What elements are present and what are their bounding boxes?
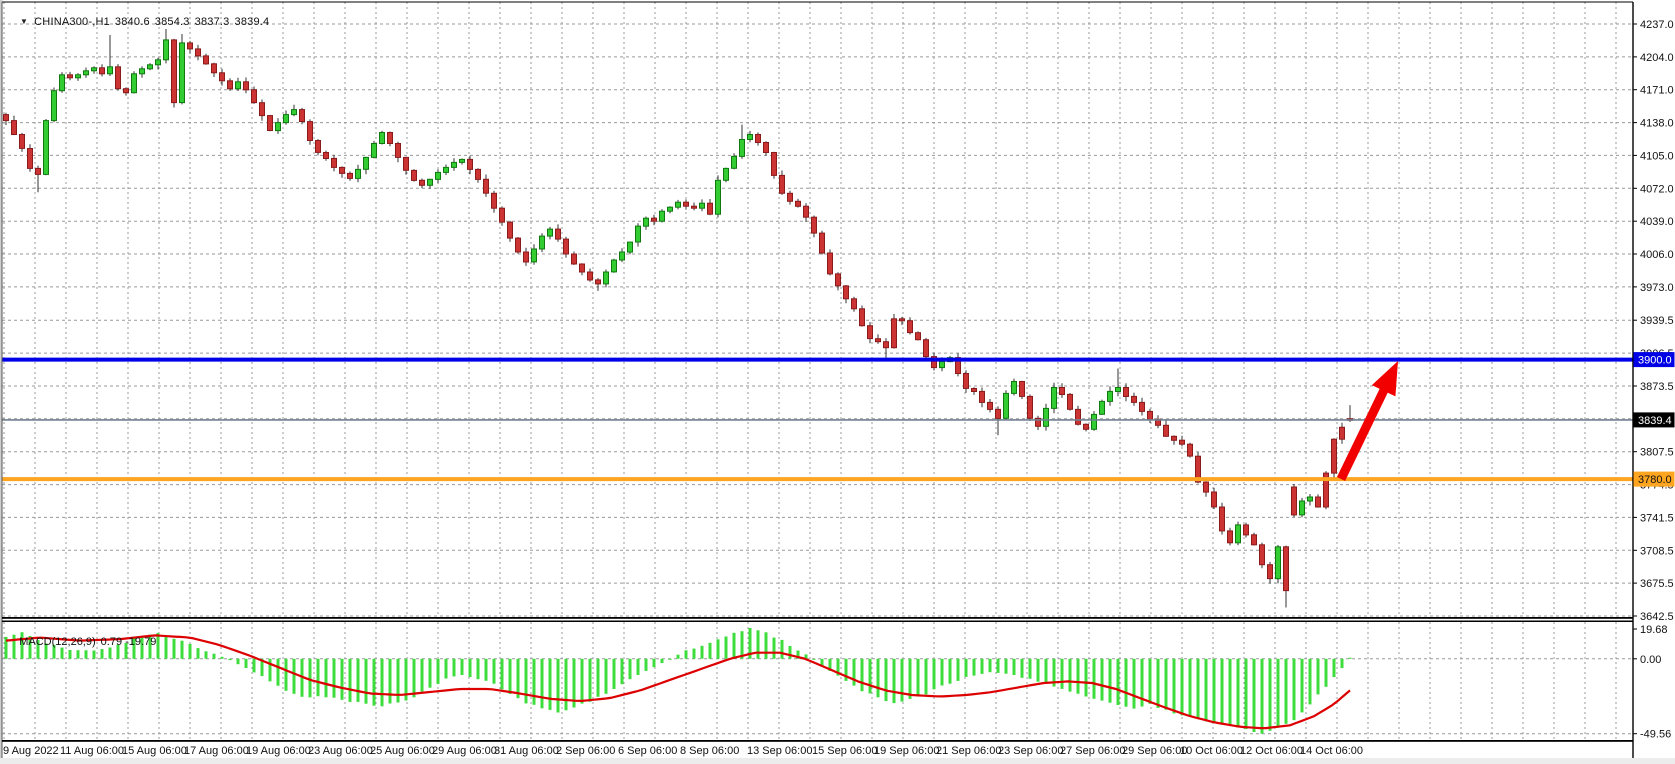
svg-text:3741.5: 3741.5 bbox=[1640, 512, 1674, 524]
svg-text:11 Aug 06:00: 11 Aug 06:00 bbox=[60, 745, 124, 757]
svg-text:4006.0: 4006.0 bbox=[1640, 249, 1674, 261]
svg-text:4237.0: 4237.0 bbox=[1640, 19, 1674, 31]
svg-text:3642.5: 3642.5 bbox=[1640, 611, 1674, 623]
svg-text:19 Sep 06:00: 19 Sep 06:00 bbox=[874, 745, 939, 757]
symbol-period-label: CHINA300-,H1 bbox=[34, 16, 110, 28]
ohlc-high: 3854.3 bbox=[155, 16, 190, 28]
ohlc-close: 3839.4 bbox=[235, 16, 270, 28]
svg-text:4171.0: 4171.0 bbox=[1640, 85, 1674, 97]
svg-text:19.68: 19.68 bbox=[1640, 624, 1668, 636]
svg-text:4072.0: 4072.0 bbox=[1640, 183, 1674, 195]
svg-text:27 Sep 06:00: 27 Sep 06:00 bbox=[1060, 745, 1125, 757]
time-axis: 9 Aug 202211 Aug 06:0015 Aug 06:0017 Aug… bbox=[3, 745, 1363, 757]
svg-text:0.00: 0.00 bbox=[1640, 654, 1661, 666]
svg-text:3675.5: 3675.5 bbox=[1640, 578, 1674, 590]
svg-text:4039.0: 4039.0 bbox=[1640, 216, 1674, 228]
svg-text:25 Aug 06:00: 25 Aug 06:00 bbox=[370, 745, 435, 757]
svg-text:6 Sep 06:00: 6 Sep 06:00 bbox=[618, 745, 677, 757]
chart-header: ▼ CHINA300-,H1 3840.6 3854.3 3837.3 3839.4 bbox=[7, 4, 274, 40]
svg-text:2 Sep 06:00: 2 Sep 06:00 bbox=[556, 745, 615, 757]
svg-text:3839.4: 3839.4 bbox=[1638, 415, 1672, 427]
svg-text:10 Oct 06:00: 10 Oct 06:00 bbox=[1180, 745, 1243, 757]
chart-dropdown-icon[interactable]: ▼ bbox=[20, 17, 28, 26]
ohlc-open: 3840.6 bbox=[115, 16, 150, 28]
svg-text:3708.5: 3708.5 bbox=[1640, 545, 1674, 557]
svg-text:3900.0: 3900.0 bbox=[1638, 355, 1672, 367]
svg-text:17 Aug 06:00: 17 Aug 06:00 bbox=[184, 745, 249, 757]
svg-text:15 Aug 06:00: 15 Aug 06:00 bbox=[122, 745, 187, 757]
mt4-chart-window: 4237.0 4204.0 4171.0 4138.0 4105.0 4072.0 4039… bbox=[0, 0, 1675, 764]
ohlc-low: 3837.3 bbox=[195, 16, 230, 28]
svg-text:3873.5: 3873.5 bbox=[1640, 381, 1674, 393]
svg-text:3939.5: 3939.5 bbox=[1640, 315, 1674, 327]
svg-text:4204.0: 4204.0 bbox=[1640, 52, 1674, 64]
svg-text:3807.5: 3807.5 bbox=[1640, 447, 1674, 459]
svg-text:29 Sep 06:00: 29 Sep 06:00 bbox=[1122, 745, 1187, 757]
svg-text:4105.0: 4105.0 bbox=[1640, 150, 1674, 162]
svg-text:31 Aug 06:00: 31 Aug 06:00 bbox=[494, 745, 559, 757]
svg-text:3780.0: 3780.0 bbox=[1638, 474, 1672, 486]
macd-name: MACD(12,26,9) bbox=[19, 636, 95, 648]
svg-text:-49.56: -49.56 bbox=[1640, 729, 1671, 741]
svg-text:9 Aug 2022: 9 Aug 2022 bbox=[3, 745, 59, 757]
svg-text:29 Aug 06:00: 29 Aug 06:00 bbox=[432, 745, 497, 757]
svg-text:21 Sep 06:00: 21 Sep 06:00 bbox=[936, 745, 1001, 757]
svg-text:13 Sep 06:00: 13 Sep 06:00 bbox=[747, 745, 812, 757]
svg-text:12 Oct 06:00: 12 Oct 06:00 bbox=[1240, 745, 1303, 757]
macd-values: 0.79 -19.79 bbox=[101, 636, 157, 648]
svg-text:19 Aug 06:00: 19 Aug 06:00 bbox=[246, 745, 311, 757]
svg-text:15 Sep 06:00: 15 Sep 06:00 bbox=[812, 745, 877, 757]
chart-canvas[interactable]: 4237.0 4204.0 4171.0 4138.0 4105.0 4072.0 4039… bbox=[0, 0, 1675, 764]
svg-text:23 Aug 06:00: 23 Aug 06:00 bbox=[308, 745, 373, 757]
svg-text:4138.0: 4138.0 bbox=[1640, 118, 1674, 130]
svg-text:3973.0: 3973.0 bbox=[1640, 282, 1674, 294]
svg-text:23 Sep 06:00: 23 Sep 06:00 bbox=[998, 745, 1063, 757]
macd-indicator-label: MACD(12,26,9) 0.79 -19.79 bbox=[7, 624, 161, 660]
svg-text:14 Oct 06:00: 14 Oct 06:00 bbox=[1300, 745, 1363, 757]
svg-text:8 Sep 06:00: 8 Sep 06:00 bbox=[680, 745, 739, 757]
